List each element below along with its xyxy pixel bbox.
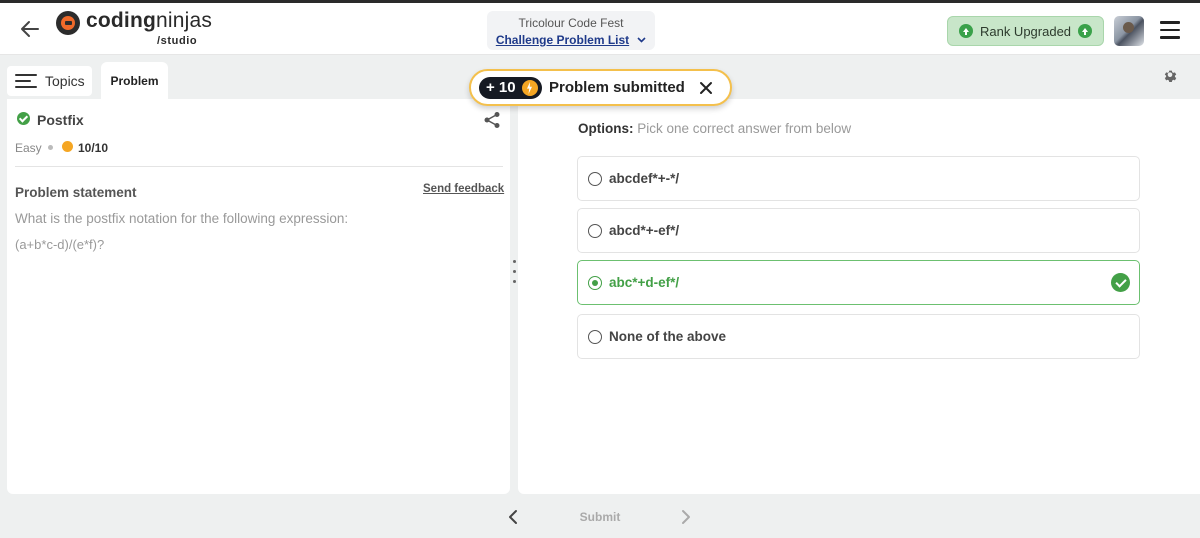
- toast-message: Problem submitted: [549, 79, 685, 96]
- rank-upgraded-label: Rank Upgraded: [979, 23, 1072, 39]
- share-icon[interactable]: [483, 111, 501, 129]
- close-icon[interactable]: [699, 81, 713, 95]
- rank-upgraded-badge[interactable]: Rank Upgraded: [947, 16, 1104, 46]
- chevron-left-icon[interactable]: [505, 508, 521, 526]
- difficulty-label: Easy: [15, 141, 42, 155]
- option-3-correct[interactable]: abc*+d-ef*/: [577, 260, 1140, 305]
- topics-menu-icon: [15, 74, 37, 88]
- submit-button[interactable]: Submit: [570, 508, 630, 526]
- tab-topics[interactable]: Topics: [7, 66, 92, 96]
- points-earned-chip: + 10: [479, 77, 542, 99]
- correct-check-icon: [1111, 273, 1130, 292]
- lightning-coin-icon: [62, 141, 73, 152]
- logo-wordmark: codingninjas: [86, 9, 213, 32]
- tab-topics-label: Topics: [45, 73, 85, 89]
- problem-title: Postfix: [37, 112, 84, 128]
- challenge-problem-list-link[interactable]: Challenge Problem List: [496, 33, 646, 47]
- options-heading: Options: Pick one correct answer from be…: [578, 121, 852, 136]
- user-avatar[interactable]: [1114, 16, 1144, 46]
- radio-button[interactable]: [588, 172, 602, 186]
- problem-panel: Postfix Easy 10/10 Problem statement Sen…: [7, 99, 510, 494]
- coding-ninjas-logo[interactable]: codingninjas /studio: [56, 9, 212, 49]
- option-2[interactable]: abcd*+-ef*/: [577, 208, 1140, 253]
- separator-dot: [48, 145, 53, 150]
- logo-mark-icon: [56, 11, 80, 35]
- option-label: abcd*+-ef*/: [609, 223, 680, 238]
- problem-statement-heading: Problem statement: [15, 185, 137, 200]
- options-panel: Options: Pick one correct answer from be…: [518, 99, 1200, 494]
- option-label: abcdef*+-*/: [609, 171, 680, 186]
- event-selector: Tricolour Code Fest Challenge Problem Li…: [487, 11, 655, 50]
- panel-resize-handle[interactable]: [511, 260, 517, 290]
- option-4[interactable]: None of the above: [577, 314, 1140, 359]
- top-header: codingninjas /studio Tricolour Code Fest…: [0, 0, 1200, 55]
- event-title: Tricolour Code Fest: [518, 16, 624, 30]
- gear-icon[interactable]: [1162, 68, 1178, 84]
- hamburger-menu-icon[interactable]: [1160, 21, 1180, 39]
- arrow-up-circle-icon: [1078, 24, 1093, 38]
- arrow-up-circle-icon: [958, 24, 973, 38]
- chevron-right-icon[interactable]: [678, 508, 694, 526]
- radio-button[interactable]: [588, 330, 602, 344]
- problem-submitted-toast: + 10 Problem submitted: [469, 69, 732, 106]
- chevron-down-icon: [637, 37, 646, 43]
- send-feedback-link[interactable]: Send feedback: [423, 183, 504, 195]
- tab-problem[interactable]: Problem: [101, 62, 168, 100]
- option-1[interactable]: abcdef*+-*/: [577, 156, 1140, 201]
- problem-statement-text: What is the postfix notation for the fol…: [15, 211, 349, 226]
- option-label: abc*+d-ef*/: [609, 275, 680, 290]
- problem-score: 10/10: [78, 141, 109, 155]
- option-label: None of the above: [609, 329, 727, 344]
- divider: [15, 166, 503, 167]
- radio-button-selected[interactable]: [588, 276, 602, 290]
- radio-button[interactable]: [588, 224, 602, 238]
- problem-expression: (a+b*c-d)/(e*f)?: [15, 237, 105, 252]
- lightning-coin-icon: [522, 80, 538, 96]
- back-arrow-icon[interactable]: [18, 17, 42, 41]
- solved-check-icon: [17, 112, 30, 125]
- logo-subtitle: /studio: [157, 35, 198, 47]
